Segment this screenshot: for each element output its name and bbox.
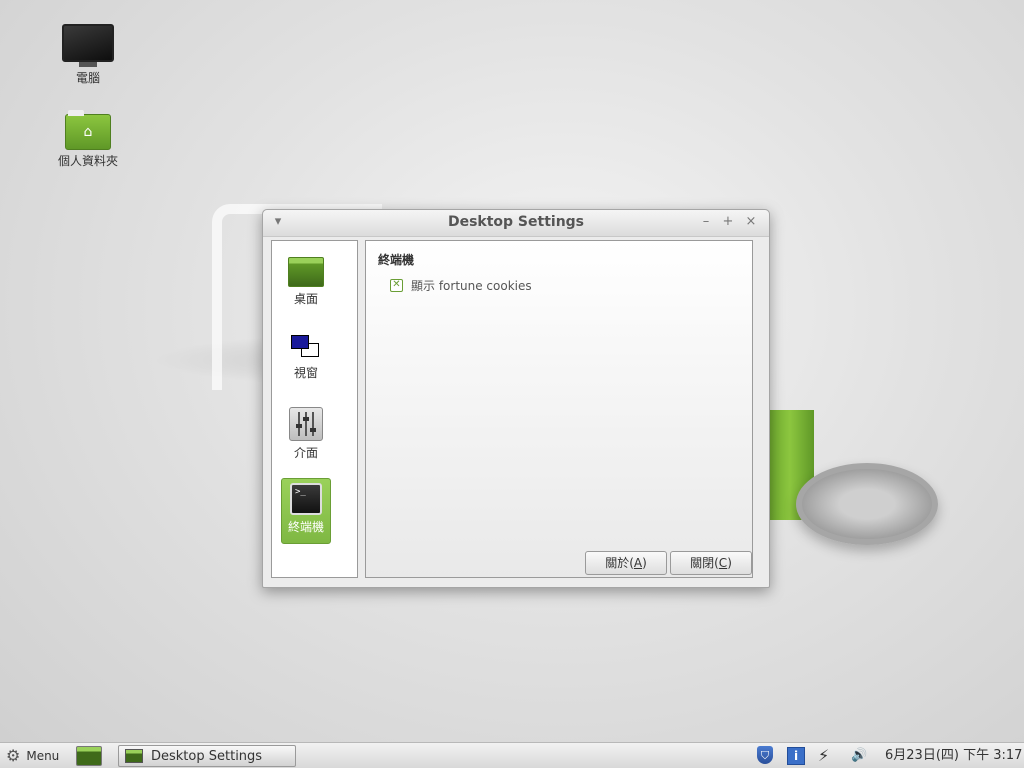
slider-knob xyxy=(310,428,316,432)
sidebar-item-windows[interactable]: 視窗 xyxy=(282,329,330,393)
slider-track xyxy=(312,412,314,436)
close-window-button[interactable]: × xyxy=(744,214,758,230)
info-icon[interactable]: i xyxy=(787,747,805,765)
clock[interactable]: 6月23日(四) 下午 3:17 xyxy=(885,746,1022,765)
computer-icon xyxy=(62,24,114,62)
volume-icon[interactable]: 🔊 xyxy=(851,746,867,765)
sidebar-item-desktop[interactable]: 桌面 xyxy=(282,253,330,317)
slider-knob xyxy=(303,417,309,421)
home-folder-icon: ⌂ xyxy=(65,110,111,150)
house-icon: ⌂ xyxy=(83,124,93,140)
section-title: 終端機 xyxy=(378,253,415,267)
wallpaper-ring xyxy=(796,463,938,545)
about-button-text: 關於( xyxy=(605,556,634,570)
settings-sidebar: 桌面 視窗 介面 >_ 終端機 xyxy=(271,240,358,578)
update-shield-icon[interactable]: ⛉ xyxy=(757,746,773,764)
window-title: Desktop Settings xyxy=(447,214,585,230)
sidebar-item-label: 終端機 xyxy=(287,520,324,534)
fortune-cookies-option[interactable]: ✕ 顯示 fortune cookies xyxy=(390,277,532,294)
windows-icon xyxy=(291,335,321,361)
taskbar-window-label: Desktop Settings xyxy=(151,748,263,764)
desktop-settings-window: ▾ Desktop Settings – + × 桌面 視窗 介面 >_ 終端機… xyxy=(262,209,770,588)
window-titlebar[interactable]: ▾ Desktop Settings – + × xyxy=(263,210,769,237)
folder-tab xyxy=(68,110,84,116)
network-icon[interactable]: ⚡ xyxy=(818,746,829,765)
fortune-cookies-label[interactable]: 顯示 fortune cookies xyxy=(411,277,532,294)
computer-stand xyxy=(79,62,97,67)
window-shape-front xyxy=(291,335,309,349)
desktop-icon xyxy=(288,257,324,287)
gear-icon: ⚙ xyxy=(6,746,21,765)
about-button-mnemonic: A xyxy=(633,556,643,570)
terminal-icon: >_ xyxy=(290,483,322,515)
close-button[interactable]: 關閉(C) xyxy=(670,551,752,575)
desktop-icon-computer[interactable]: 電腦 xyxy=(43,24,133,86)
sidebar-item-label: 介面 xyxy=(293,446,318,460)
menu-label: Menu xyxy=(26,748,60,763)
sidebar-item-label: 桌面 xyxy=(293,292,318,306)
desktop-icon-label: 個人資料夾 xyxy=(57,154,118,168)
settings-content-pane: 終端機 ✕ 顯示 fortune cookies 關於(A) 關閉(C) xyxy=(365,240,753,578)
slider-knob xyxy=(296,424,302,428)
maximize-button[interactable]: + xyxy=(721,214,735,230)
menu-button[interactable]: ⚙ Menu xyxy=(6,746,59,765)
close-button-mnemonic: C xyxy=(718,556,728,570)
sidebar-item-terminal[interactable]: >_ 終端機 xyxy=(281,478,331,544)
minimize-button[interactable]: – xyxy=(699,214,713,230)
taskbar-window-button[interactable]: Desktop Settings xyxy=(118,745,296,767)
about-button-suffix: ) xyxy=(642,556,647,570)
sidebar-item-label: 視窗 xyxy=(293,366,318,380)
close-button-text: 關閉( xyxy=(690,556,719,570)
close-button-suffix: ) xyxy=(727,556,732,570)
window-mini-icon xyxy=(125,749,143,763)
about-button[interactable]: 關於(A) xyxy=(585,551,667,575)
sliders-icon xyxy=(289,407,323,441)
desktop-icon-label: 電腦 xyxy=(75,71,100,85)
slider-track xyxy=(305,412,307,436)
fortune-cookies-checkbox[interactable]: ✕ xyxy=(390,279,403,292)
show-desktop-button[interactable] xyxy=(76,746,102,766)
desktop-icon-home-folder[interactable]: ⌂ 個人資料夾 xyxy=(43,110,133,169)
taskbar: ⚙ Menu Desktop Settings ⛉ i ⚡ 🔊 6月23日(四)… xyxy=(0,742,1024,768)
sidebar-item-interface[interactable]: 介面 xyxy=(282,405,330,469)
